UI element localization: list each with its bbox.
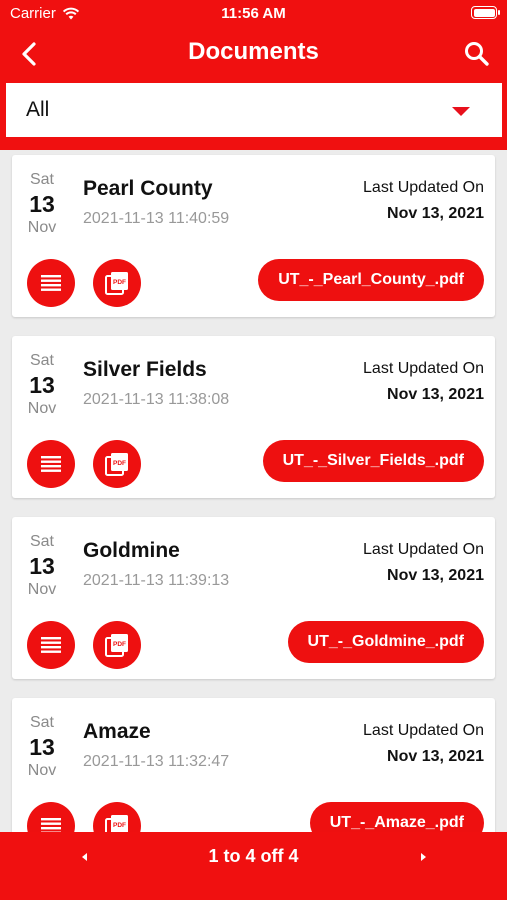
file-download-button[interactable]: UT_-_Silver_Fields_.pdf — [262, 440, 484, 482]
list-icon — [41, 456, 61, 472]
pdf-button[interactable]: PDF — [93, 621, 141, 669]
month: Nov — [27, 762, 57, 779]
svg-text:PDF: PDF — [113, 279, 126, 286]
details-button[interactable] — [27, 802, 75, 832]
date-block: Sat 13 Nov — [18, 352, 66, 418]
pdf-icon: PDF — [105, 634, 128, 657]
document-card: Sat 13 Nov Silver Fields 2021-11-13 11:3… — [12, 336, 495, 498]
document-timestamp: 2021-11-13 11:32:47 — [83, 753, 230, 770]
last-updated-label: Last Updated On — [363, 179, 484, 196]
battery-icon — [471, 6, 500, 19]
date-block: Sat 13 Nov — [18, 714, 66, 780]
header: Carrier 11:56 AM Documents All — [0, 0, 507, 150]
day-number: 13 — [29, 553, 55, 579]
next-page-button[interactable] — [412, 846, 434, 868]
details-button[interactable] — [27, 259, 75, 307]
day-number: 13 — [29, 191, 55, 217]
last-updated-label: Last Updated On — [363, 541, 484, 558]
last-updated-label: Last Updated On — [363, 722, 484, 739]
nav-bar: Documents — [0, 28, 507, 80]
document-name: Goldmine — [83, 539, 180, 562]
document-timestamp: 2021-11-13 11:39:13 — [83, 572, 230, 589]
status-bar: Carrier 11:56 AM — [0, 0, 507, 28]
document-name: Amaze — [83, 720, 151, 743]
clock: 11:56 AM — [221, 5, 286, 22]
month: Nov — [27, 581, 57, 598]
day-number: 13 — [29, 372, 55, 398]
search-icon — [465, 42, 489, 66]
details-button[interactable] — [27, 440, 75, 488]
last-updated-label: Last Updated On — [363, 360, 484, 377]
pdf-icon: PDF — [105, 272, 128, 295]
date-block: Sat 13 Nov — [18, 533, 66, 599]
pagination-bar: 1 to 4 off 4 — [0, 832, 507, 900]
month: Nov — [27, 219, 57, 236]
svg-text:PDF: PDF — [113, 822, 126, 829]
day-of-week: Sat — [29, 714, 54, 731]
day-number: 13 — [29, 734, 55, 760]
last-updated-date: Nov 13, 2021 — [387, 386, 484, 403]
document-name: Pearl County — [83, 177, 213, 200]
month: Nov — [27, 400, 57, 417]
file-download-button[interactable]: UT_-_Amaze_.pdf — [309, 802, 484, 832]
pdf-icon: PDF — [105, 815, 128, 832]
search-button[interactable] — [461, 38, 493, 70]
last-updated-date: Nov 13, 2021 — [387, 748, 484, 765]
file-download-button[interactable]: UT_-_Goldmine_.pdf — [287, 621, 484, 663]
document-card: Sat 13 Nov Goldmine 2021-11-13 11:39:13 … — [12, 517, 495, 679]
back-button[interactable] — [14, 38, 46, 70]
document-card: Sat 13 Nov Amaze 2021-11-13 11:32:47 Las… — [12, 698, 495, 832]
date-block: Sat 13 Nov — [18, 171, 66, 237]
day-of-week: Sat — [29, 171, 54, 188]
list-icon — [41, 275, 61, 291]
page-title: Documents — [188, 38, 319, 65]
file-download-button[interactable]: UT_-_Pearl_County_.pdf — [258, 259, 484, 301]
document-name: Silver Fields — [83, 358, 207, 381]
last-updated-date: Nov 13, 2021 — [387, 205, 484, 222]
document-card: Sat 13 Nov Pearl County 2021-11-13 11:40… — [12, 155, 495, 317]
list-icon — [41, 818, 61, 832]
day-of-week: Sat — [29, 352, 54, 369]
last-updated-date: Nov 13, 2021 — [387, 567, 484, 584]
pdf-button[interactable]: PDF — [93, 440, 141, 488]
next-arrow-icon — [421, 853, 426, 861]
list-icon — [41, 637, 61, 653]
document-timestamp: 2021-11-13 11:40:59 — [83, 210, 230, 227]
caret-down-icon — [452, 107, 470, 116]
filter-value: All — [26, 98, 50, 121]
svg-text:PDF: PDF — [113, 460, 126, 467]
day-of-week: Sat — [29, 533, 54, 550]
details-button[interactable] — [27, 621, 75, 669]
pdf-button[interactable]: PDF — [93, 802, 141, 832]
document-list[interactable]: Sat 13 Nov Pearl County 2021-11-13 11:40… — [0, 150, 507, 832]
pdf-button[interactable]: PDF — [93, 259, 141, 307]
filter-dropdown[interactable]: All — [6, 83, 502, 137]
svg-text:PDF: PDF — [113, 641, 126, 648]
pdf-icon: PDF — [105, 453, 128, 476]
chevron-left-icon — [22, 42, 36, 66]
document-timestamp: 2021-11-13 11:38:08 — [83, 391, 230, 408]
